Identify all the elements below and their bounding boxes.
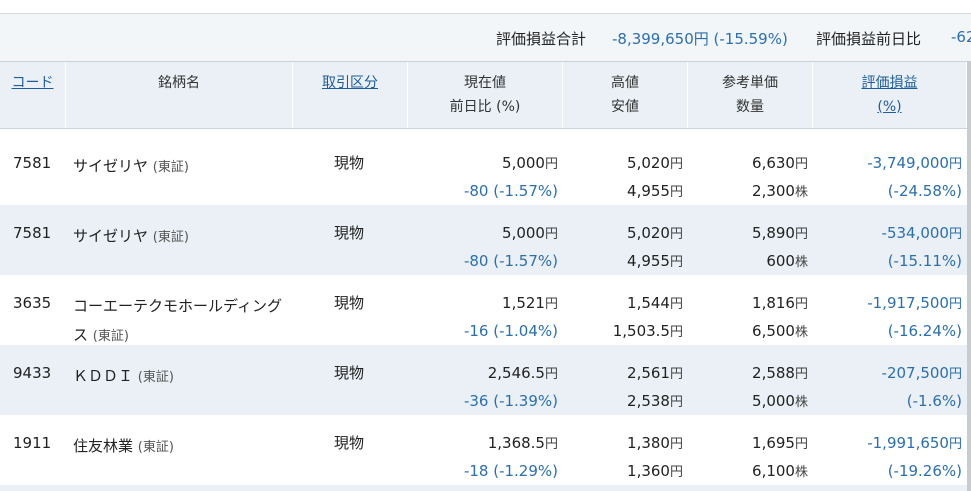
unrealized-pl-pct: (-16.24%) <box>887 322 962 340</box>
stock-name[interactable]: サイゼリヤ (東証) <box>73 152 293 182</box>
trade-kind: 現物 <box>334 154 365 172</box>
trade-kind: 現物 <box>334 364 365 382</box>
market-label: (東証) <box>152 160 189 175</box>
sort-code-link[interactable]: コード <box>0 71 65 95</box>
high-price: 5,020円 <box>627 224 683 242</box>
market-label: (東証) <box>137 370 174 385</box>
unrealized-pl: -3,749,000円 <box>867 154 962 172</box>
sort-kind-link[interactable]: 取引区分 <box>293 71 407 95</box>
stock-code: 9433 <box>13 364 52 382</box>
header-price-label: 現在値 <box>464 75 506 91</box>
header-change-label: 前日比 (%) <box>449 99 521 115</box>
high-price: 5,020円 <box>627 154 683 172</box>
stock-name-text[interactable]: サイゼリヤ <box>73 157 148 175</box>
table-row[interactable]: 1911 住友林業 (東証) 現物 1,368.5円 -18 (-1.29%) … <box>0 415 971 485</box>
sort-pl-pct-link[interactable]: (%) <box>813 95 966 119</box>
high-price: 1,380円 <box>627 434 683 452</box>
stock-name-text[interactable]: ＫＤＤＩ <box>73 367 133 385</box>
unrealized-pl: -534,000円 <box>881 224 962 242</box>
price-change: -16 (-1.04%) <box>463 322 558 340</box>
vertical-scrollbar[interactable] <box>967 61 971 491</box>
stock-name-text[interactable]: サイゼリヤ <box>73 227 148 245</box>
stock-code: 1911 <box>13 434 52 452</box>
stock-name[interactable]: ＫＤＤＩ (東証) <box>73 362 293 392</box>
stock-name-text[interactable]: 住友林業 <box>73 437 133 455</box>
table-row[interactable]: 9433 ＫＤＤＩ (東証) 現物 2,546.5円 -36 (-1.39%) … <box>0 345 971 415</box>
low-price: 4,955円 <box>627 252 683 270</box>
table-footer-stripe <box>0 485 971 491</box>
trade-kind: 現物 <box>334 294 365 312</box>
table-header: コード 銘柄名 取引区分 現在値 前日比 (%) 高値 安値 参考単価 数量 評… <box>0 61 971 129</box>
unrealized-pl-pct: (-24.58%) <box>887 182 962 200</box>
header-code[interactable]: コード <box>0 62 66 128</box>
market-label: (東証) <box>92 329 129 344</box>
current-price: 1,521円 <box>502 294 558 312</box>
header-pl[interactable]: 評価損益 (%) <box>813 62 967 128</box>
unrealized-pl-pct: (-19.26%) <box>887 462 962 480</box>
low-price: 2,538円 <box>627 392 683 410</box>
price-change: -80 (-1.57%) <box>463 182 558 200</box>
table-row[interactable]: 7581 サイゼリヤ (東証) 現物 5,000円 -80 (-1.57%) 5… <box>0 205 971 275</box>
header-kind[interactable]: 取引区分 <box>293 62 408 128</box>
quantity: 6,500株 <box>752 322 808 340</box>
summary-bar: 評価損益合計 -8,399,650円 (-15.59%) 評価損益前日比 -62 <box>0 13 971 61</box>
unrealized-pl: -1,991,650円 <box>867 434 962 452</box>
price-change: -36 (-1.39%) <box>463 392 558 410</box>
low-price: 4,955円 <box>627 182 683 200</box>
unrealized-pl-pct: (-15.11%) <box>887 252 962 270</box>
current-price: 1,368.5円 <box>487 434 558 452</box>
price-change: -18 (-1.29%) <box>463 462 558 480</box>
quantity: 2,300株 <box>752 182 808 200</box>
header-qty-label: 数量 <box>736 99 764 115</box>
total-pl-label: 評価損益合計 <box>496 30 587 48</box>
header-ref-qty: 参考単価 数量 <box>688 62 813 128</box>
header-ref-label: 参考単価 <box>722 75 778 91</box>
table-row[interactable]: 7581 サイゼリヤ (東証) 現物 5,000円 -80 (-1.57%) 5… <box>0 135 971 205</box>
daychange-pl-value: -62 <box>951 28 971 46</box>
market-label: (東証) <box>152 230 189 245</box>
header-name: 銘柄名 <box>66 62 293 128</box>
stock-name[interactable]: 住友林業 (東証) <box>73 432 293 462</box>
ref-price: 1,816円 <box>752 294 808 312</box>
table-row[interactable]: 3635 コーエーテクモホールディングス (東証) 現物 1,521円 -16 … <box>0 275 971 345</box>
quantity: 5,000株 <box>752 392 808 410</box>
trade-kind: 現物 <box>334 224 365 242</box>
quantity: 600株 <box>766 252 808 270</box>
ref-price: 2,588円 <box>752 364 808 382</box>
current-price: 5,000円 <box>502 154 558 172</box>
market-label: (東証) <box>137 440 174 455</box>
high-price: 1,544円 <box>627 294 683 312</box>
stock-name[interactable]: コーエーテクモホールディングス (東証) <box>73 292 288 351</box>
total-pl-value: -8,399,650円 (-15.59%) <box>612 30 788 48</box>
current-price: 2,546.5円 <box>487 364 558 382</box>
header-name-label: 銘柄名 <box>158 75 200 91</box>
trade-kind: 現物 <box>334 434 365 452</box>
unrealized-pl-pct: (-1.6%) <box>906 392 962 410</box>
ref-price: 6,630円 <box>752 154 808 172</box>
header-high-label: 高値 <box>611 75 639 91</box>
ref-price: 5,890円 <box>752 224 808 242</box>
daychange-pl-label: 評価損益前日比 <box>816 30 922 48</box>
high-price: 2,561円 <box>627 364 683 382</box>
quantity: 6,100株 <box>752 462 808 480</box>
header-high-low: 高値 安値 <box>563 62 688 128</box>
sort-pl-link[interactable]: 評価損益 <box>813 71 966 95</box>
unrealized-pl: -1,917,500円 <box>867 294 962 312</box>
stock-code: 7581 <box>13 224 52 242</box>
stock-name[interactable]: サイゼリヤ (東証) <box>73 222 293 252</box>
header-low-label: 安値 <box>611 99 639 115</box>
stock-code: 3635 <box>13 294 52 312</box>
current-price: 5,000円 <box>502 224 558 242</box>
stock-code: 7581 <box>13 154 52 172</box>
header-price: 現在値 前日比 (%) <box>408 62 563 128</box>
low-price: 1,360円 <box>627 462 683 480</box>
low-price: 1,503.5円 <box>612 322 683 340</box>
unrealized-pl: -207,500円 <box>881 364 962 382</box>
ref-price: 1,695円 <box>752 434 808 452</box>
price-change: -80 (-1.57%) <box>463 252 558 270</box>
